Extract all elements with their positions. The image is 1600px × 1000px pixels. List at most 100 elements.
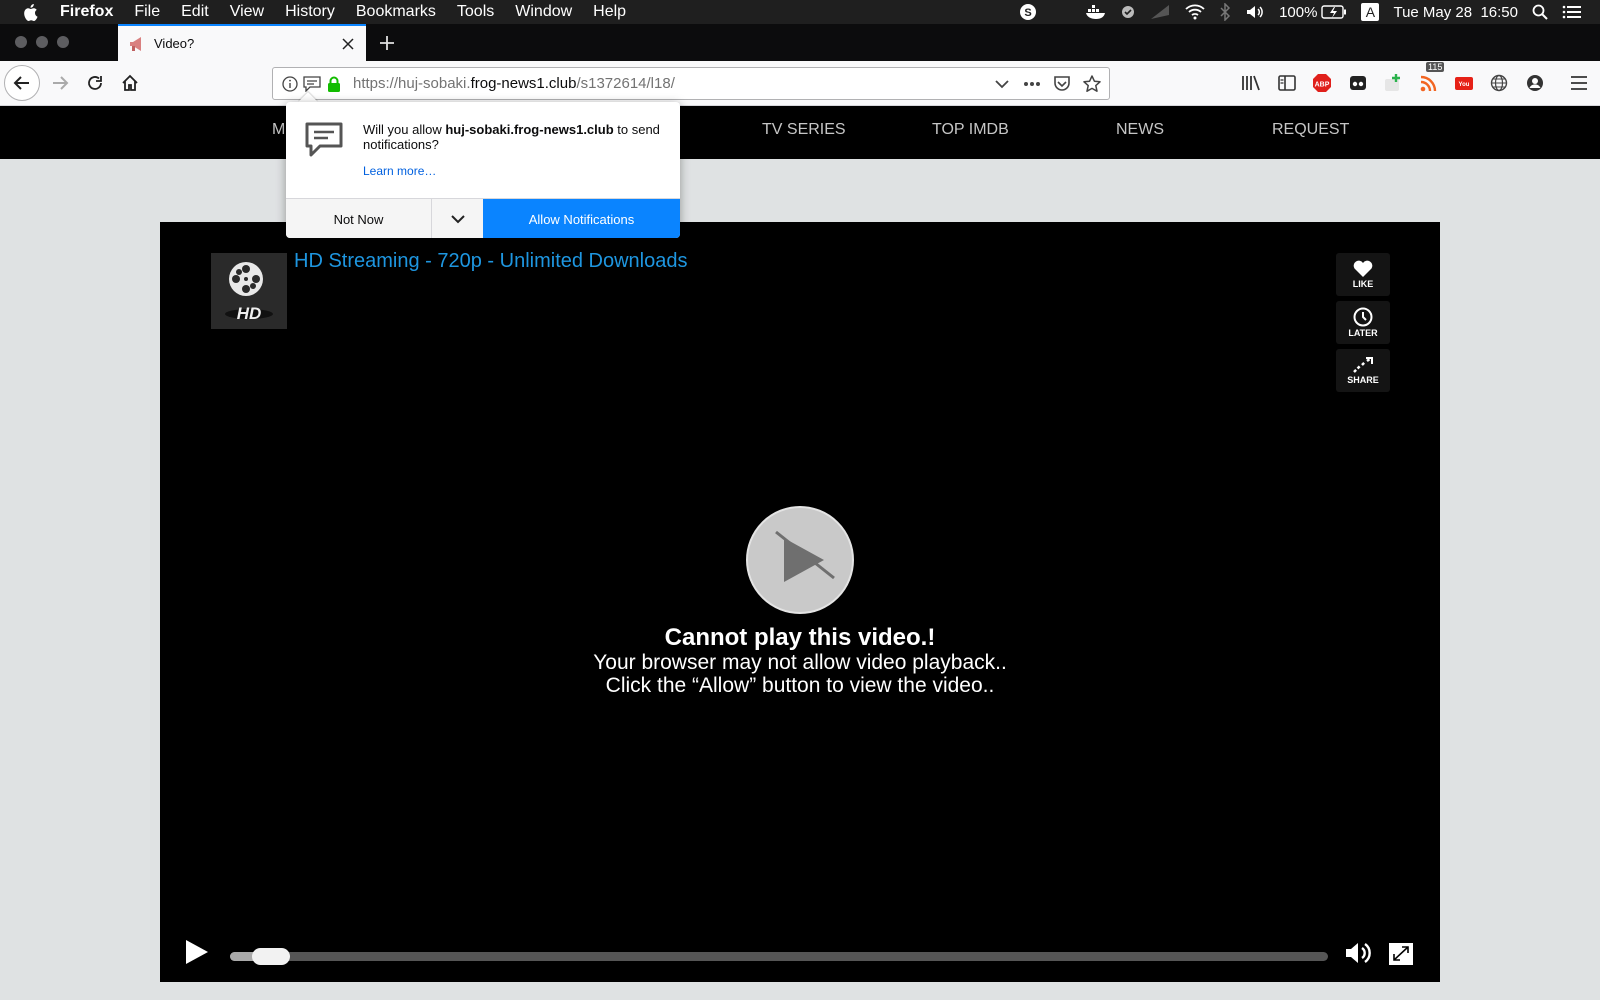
error-title: Cannot play this video.! bbox=[664, 624, 936, 651]
menu-tools[interactable]: Tools bbox=[457, 3, 494, 21]
spotlight-search-icon[interactable] bbox=[1532, 4, 1548, 20]
reload-button[interactable] bbox=[77, 65, 113, 101]
menu-history[interactable]: History bbox=[285, 3, 335, 21]
battery-icon[interactable] bbox=[1321, 5, 1347, 19]
allow-notifications-button[interactable]: Allow Notifications bbox=[483, 199, 680, 238]
chevron-down-icon bbox=[450, 215, 465, 224]
url-prefix: https://huj-sobaki. bbox=[353, 75, 471, 92]
popup-text-before: Will you allow bbox=[363, 122, 446, 137]
docker-icon[interactable] bbox=[1085, 4, 1107, 20]
chevron-down-icon[interactable] bbox=[993, 75, 1011, 93]
bluetooth-icon[interactable] bbox=[1219, 3, 1231, 21]
hamburger-menu-icon[interactable] bbox=[1568, 72, 1590, 94]
wifi-icon[interactable] bbox=[1185, 4, 1205, 20]
watch-later-button[interactable]: LATER bbox=[1336, 301, 1390, 344]
url-suffix: /s1372614/l18/ bbox=[576, 75, 675, 92]
volume-icon[interactable] bbox=[1245, 4, 1265, 20]
svg-text:S: S bbox=[1024, 7, 1031, 19]
menu-file[interactable]: File bbox=[134, 3, 160, 21]
site-navigation: M TV SERIES TOP IMDB NEWS REQUEST bbox=[0, 106, 1600, 159]
notification-permission-icon[interactable] bbox=[303, 75, 321, 93]
pocket-icon[interactable] bbox=[1053, 75, 1071, 93]
clock-icon bbox=[1353, 307, 1373, 327]
tab-strip: Video? bbox=[0, 24, 1600, 61]
tab-video[interactable]: Video? bbox=[118, 24, 366, 61]
forward-button[interactable] bbox=[42, 65, 78, 101]
nav-link-news[interactable]: NEWS bbox=[1116, 121, 1164, 139]
seek-bar-handle[interactable] bbox=[252, 948, 290, 965]
menu-view[interactable]: View bbox=[230, 3, 264, 21]
url-text[interactable]: https://huj-sobaki.frog-news1.club/s1372… bbox=[353, 75, 675, 92]
like-button[interactable]: LIKE bbox=[1336, 253, 1390, 296]
notification-permission-popup: Will you allow huj-sobaki.frog-news1.clu… bbox=[286, 102, 680, 238]
rss-feed-icon[interactable]: 115 bbox=[1418, 62, 1445, 94]
error-message-line-1: Your browser may not allow video playbac… bbox=[593, 651, 1007, 674]
not-now-button[interactable]: Not Now bbox=[286, 199, 431, 238]
notification-center-icon[interactable] bbox=[1562, 4, 1582, 20]
lock-icon[interactable] bbox=[325, 75, 343, 93]
input-source-icon[interactable]: A bbox=[1361, 3, 1380, 21]
page-actions-icon[interactable] bbox=[1023, 75, 1041, 93]
share-icon bbox=[1353, 357, 1373, 373]
hd-logo-text: HD bbox=[237, 304, 262, 323]
hd-film-reel-logo: HD bbox=[211, 253, 287, 329]
battery-percent[interactable]: 100% bbox=[1279, 4, 1317, 21]
green-plus-extension-icon[interactable] bbox=[1382, 72, 1404, 94]
zoom-window-button[interactable] bbox=[57, 36, 69, 48]
skype-icon[interactable]: S bbox=[1019, 3, 1037, 21]
back-button[interactable] bbox=[4, 65, 40, 101]
url-bar[interactable]: https://huj-sobaki.frog-news1.club/s1372… bbox=[272, 67, 1110, 100]
close-tab-icon[interactable] bbox=[336, 32, 360, 56]
sidebar-toggle-icon[interactable] bbox=[1276, 72, 1298, 94]
status-check-icon[interactable] bbox=[1121, 5, 1135, 19]
share-button[interactable]: SHARE bbox=[1336, 349, 1390, 392]
navigation-toolbar: https://huj-sobaki.frog-news1.club/s1372… bbox=[0, 61, 1600, 106]
library-icon[interactable] bbox=[1240, 72, 1262, 94]
volume-button[interactable] bbox=[1344, 940, 1374, 966]
like-label: LIKE bbox=[1352, 279, 1374, 289]
fullscreen-button[interactable] bbox=[1388, 942, 1414, 966]
more-options-dropdown[interactable] bbox=[431, 199, 483, 238]
video-title[interactable]: HD Streaming - 720p - Unlimited Download… bbox=[294, 250, 688, 273]
flag-icon[interactable] bbox=[1149, 4, 1171, 20]
learn-more-link[interactable]: Learn more… bbox=[363, 164, 436, 178]
nav-link-top-imdb[interactable]: TOP IMDB bbox=[932, 121, 1009, 139]
bookmark-star-icon[interactable] bbox=[1083, 75, 1101, 93]
svg-text:ABP: ABP bbox=[1315, 82, 1330, 89]
menu-help[interactable]: Help bbox=[593, 3, 626, 21]
popup-message: Will you allow huj-sobaki.frog-news1.clu… bbox=[363, 122, 663, 152]
play-button[interactable] bbox=[182, 938, 210, 966]
menubar-clock[interactable]: Tue May 28 16:50 bbox=[1393, 4, 1518, 21]
minimize-window-button[interactable] bbox=[36, 36, 48, 48]
home-button[interactable] bbox=[112, 65, 148, 101]
site-info-icon[interactable] bbox=[281, 75, 299, 93]
heart-icon bbox=[1353, 260, 1373, 277]
macos-menubar: Firefox File Edit View History Bookmarks… bbox=[0, 0, 1600, 24]
menu-window[interactable]: Window bbox=[515, 3, 572, 21]
close-window-button[interactable] bbox=[15, 36, 27, 48]
globe-extension-icon[interactable] bbox=[1488, 72, 1510, 94]
menu-bookmarks[interactable]: Bookmarks bbox=[356, 3, 436, 21]
fullscreen-icon bbox=[1389, 943, 1413, 965]
nav-link-partial[interactable]: M bbox=[272, 121, 285, 139]
account-icon[interactable] bbox=[1524, 72, 1546, 94]
seek-bar[interactable] bbox=[230, 948, 1328, 965]
menu-edit[interactable]: Edit bbox=[181, 3, 209, 21]
menu-app-firefox[interactable]: Firefox bbox=[60, 3, 113, 21]
share-label: SHARE bbox=[1347, 375, 1379, 385]
incognito-mask-icon[interactable] bbox=[1347, 72, 1369, 94]
nav-link-request[interactable]: REQUEST bbox=[1272, 121, 1349, 139]
apple-icon[interactable] bbox=[22, 2, 40, 22]
adblock-plus-icon[interactable]: ABP bbox=[1311, 72, 1333, 94]
big-play-button[interactable] bbox=[746, 506, 854, 614]
later-label: LATER bbox=[1348, 328, 1378, 338]
video-player[interactable]: HD HD Streaming - 720p - Unlimited Downl… bbox=[160, 222, 1440, 982]
youtube-extension-icon[interactable]: You bbox=[1453, 72, 1475, 94]
input-source-label: A bbox=[1361, 3, 1380, 21]
new-tab-button[interactable] bbox=[374, 30, 400, 56]
chat-bubble-icon bbox=[304, 120, 344, 160]
nav-link-tv-series[interactable]: TV SERIES bbox=[762, 121, 846, 139]
url-domain: frog-news1.club bbox=[470, 75, 577, 92]
popup-button-row: Not Now Allow Notifications bbox=[286, 198, 680, 238]
tab-title: Video? bbox=[154, 36, 195, 51]
